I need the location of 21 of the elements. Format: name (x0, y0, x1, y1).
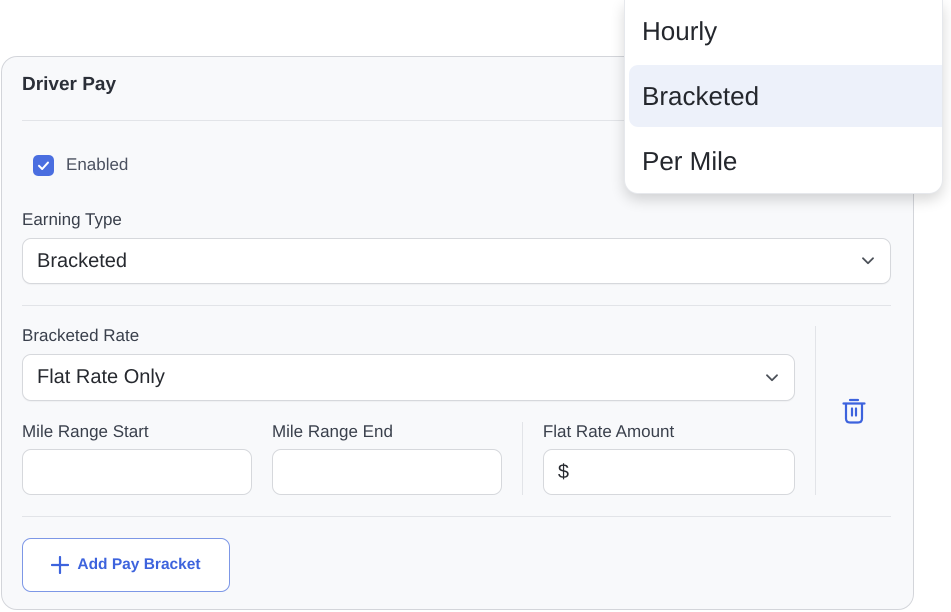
field-label: Mile Range End (272, 422, 393, 442)
chevron-down-icon (766, 374, 778, 382)
dropdown-option[interactable]: Per Mile (629, 130, 942, 192)
checkbox[interactable] (33, 154, 54, 176)
dropdown-option[interactable]: Bracketed (629, 65, 942, 127)
dropdown-option[interactable]: Hourly (629, 0, 942, 62)
input-field[interactable] (272, 449, 502, 495)
checkbox-label: Enabled (66, 154, 128, 176)
card-title: Driver Pay (22, 73, 116, 97)
plus-icon (51, 556, 70, 574)
select-field[interactable]: Bracketed (22, 238, 891, 284)
field-label: Mile Range Start (22, 422, 149, 442)
amount-field[interactable]: $ (542, 449, 795, 495)
field-label: Earning Type (22, 210, 122, 230)
field-label: Flat Rate Amount (542, 422, 674, 442)
input-field[interactable] (22, 449, 252, 495)
field-label: Bracketed Rate (22, 326, 140, 346)
chevron-down-icon (862, 257, 874, 265)
add-pay-bracket-button[interactable]: Add Pay Bracket (22, 538, 230, 592)
trash-icon[interactable] (842, 398, 866, 424)
select-field[interactable]: Flat Rate Only (22, 354, 795, 401)
